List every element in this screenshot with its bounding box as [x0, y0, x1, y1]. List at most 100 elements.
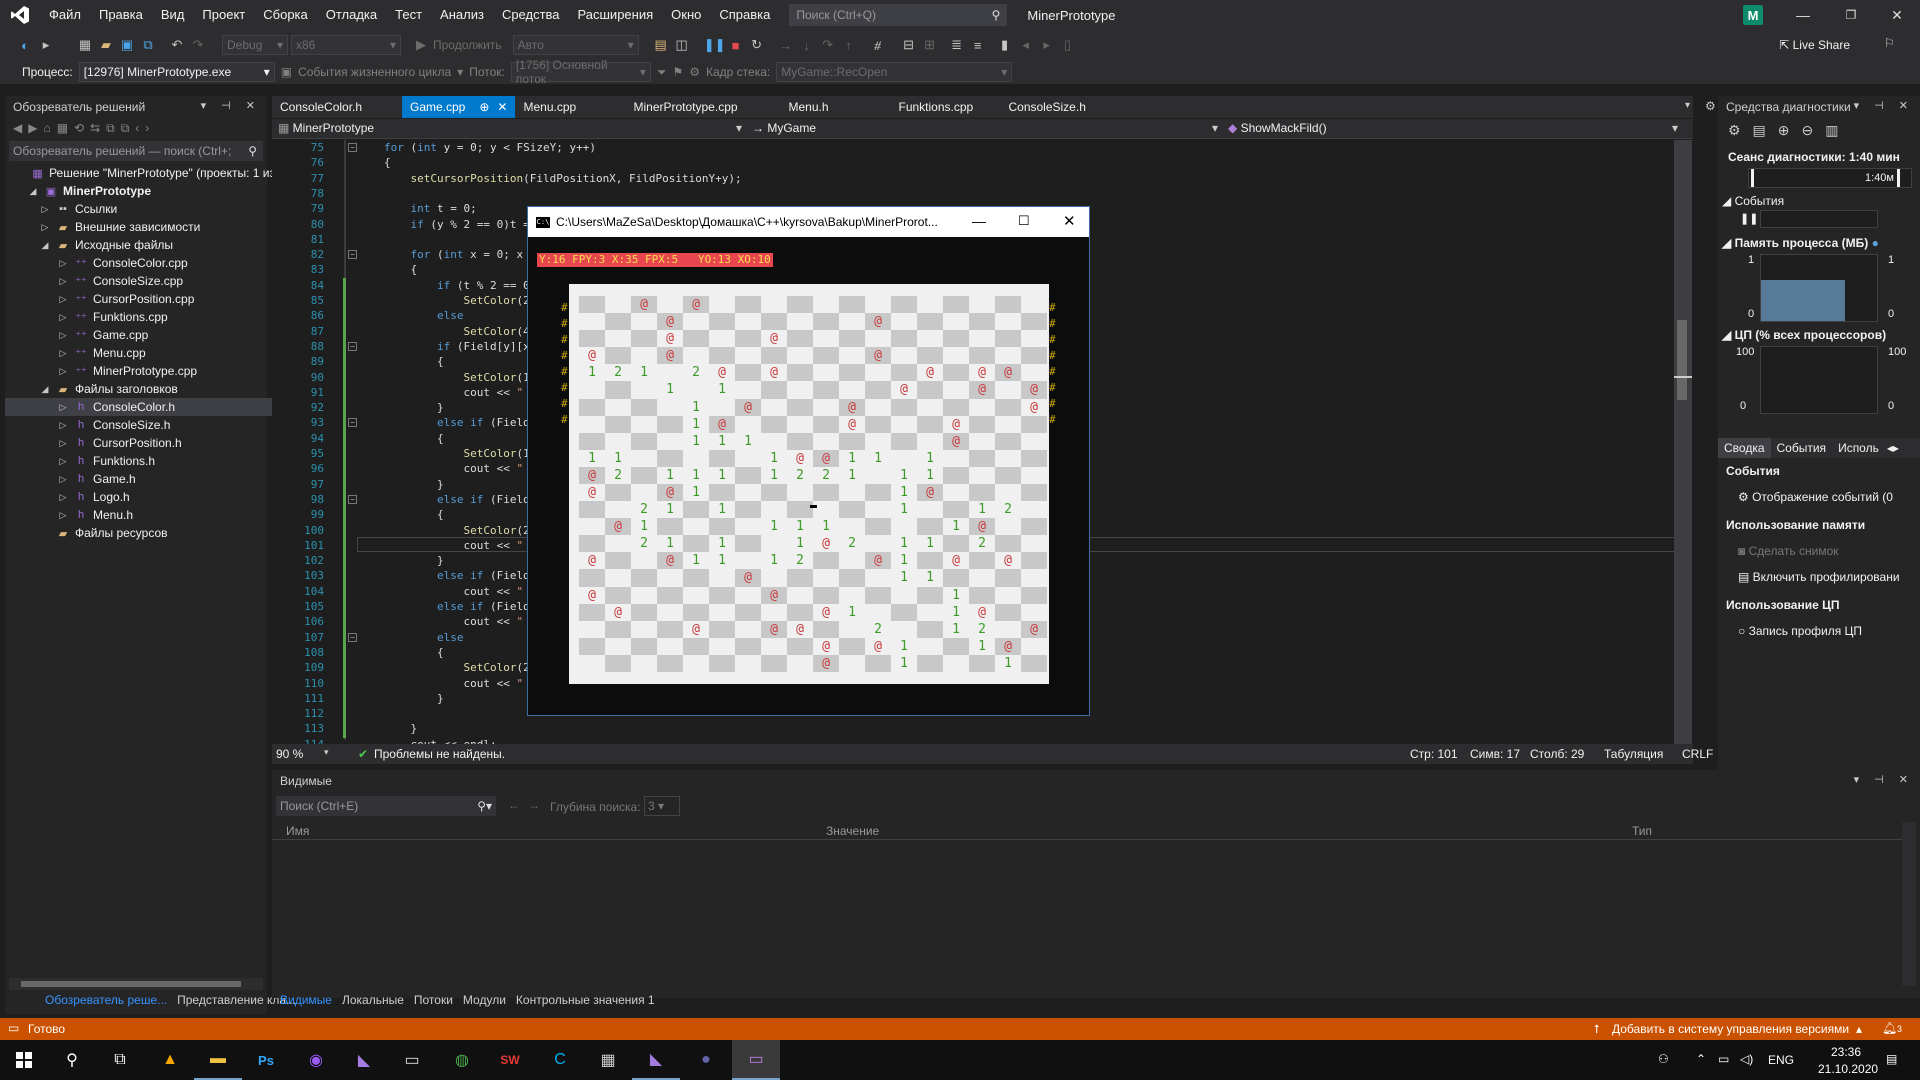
tree-references[interactable]: ▷ ▪▪ Ссылки — [5, 200, 275, 218]
redo-icon[interactable]: ↷ — [189, 36, 207, 54]
menu-item[interactable]: Сборка — [254, 0, 317, 30]
tree-source-file[interactable]: ▷ ⁺⁺ MinerPrototype.cpp — [5, 362, 275, 380]
menu-item[interactable]: Файл — [40, 0, 90, 30]
stack-frame-dropdown[interactable]: MyGame::RecOpen ▾ — [776, 62, 1013, 82]
tab-scroll-icon[interactable]: ◂▸ — [1885, 438, 1901, 458]
collapsed-icon[interactable]: ▷ — [57, 366, 69, 377]
tree-source-folder[interactable]: ◢ ▰ Исходные файлы — [5, 236, 275, 254]
add-source-control-button[interactable]: Добавить в систему управления версиями — [1612, 1022, 1849, 1036]
close-button[interactable]: ✕ — [1874, 0, 1920, 30]
collapsed-icon[interactable]: ▷ — [39, 222, 51, 233]
step-out-icon[interactable]: ↑ — [840, 36, 858, 54]
undo-icon[interactable]: ↶ — [168, 36, 186, 54]
settings-icon[interactable]: ⚙ — [1705, 99, 1716, 113]
close-icon[interactable]: ✕ — [497, 100, 507, 114]
configuration-dropdown[interactable]: Debug ▾ — [222, 35, 288, 55]
collapsed-icon[interactable]: ▷ — [57, 294, 69, 305]
bookmark-prev-icon[interactable]: ◂ — [1017, 36, 1035, 54]
chrome-icon[interactable]: ◍ — [438, 1040, 486, 1080]
continue-icon[interactable]: ▶ — [412, 36, 430, 54]
collapse-icon[interactable]: − — [348, 494, 357, 504]
collapsed-icon[interactable]: ▷ — [57, 456, 69, 467]
tab-consolecolor-h[interactable]: ConsoleColor.h — [272, 96, 402, 118]
tree-source-file[interactable]: ▷ ⁺⁺ CursorPosition.cpp — [5, 290, 275, 308]
visual-studio-icon[interactable]: ◣ — [340, 1040, 388, 1080]
explorer-tab[interactable]: Обозреватель реше... — [40, 990, 172, 1010]
line-ending[interactable]: CRLF — [1682, 747, 1713, 761]
step-over-icon[interactable]: ↷ — [819, 36, 837, 54]
continue-button[interactable]: Продолжить — [433, 38, 502, 52]
tab-overflow-icon[interactable]: ▾ — [1685, 100, 1690, 111]
collapsed-icon[interactable]: ▷ — [39, 204, 51, 215]
network-icon[interactable]: ▭ — [1718, 1052, 1729, 1066]
restore-button[interactable]: ❐ — [1828, 0, 1874, 30]
debug-tab[interactable]: Локальные — [337, 990, 409, 1010]
search-box[interactable]: Поиск (Ctrl+Q) ⚲ — [789, 4, 1008, 26]
tree-solution[interactable]: ▦ Решение "MinerPrototype" (проекты: 1 из — [5, 164, 275, 182]
collapsed-icon[interactable]: ▷ — [57, 276, 69, 287]
tree-source-file[interactable]: ▷ ⁺⁺ Funktions.cpp — [5, 308, 275, 326]
notifications-icon[interactable]: 🔔︎ — [1882, 1021, 1897, 1035]
menu-item[interactable]: Окно — [662, 0, 710, 30]
tree-project[interactable]: ◢ ▣ MinerPrototype — [5, 182, 275, 200]
collapsed-icon[interactable]: ▷ — [57, 312, 69, 323]
tree-header-file[interactable]: ▷ h Funktions.h — [5, 452, 275, 470]
photoshop-icon[interactable]: Ps — [242, 1040, 290, 1080]
volume-icon[interactable]: ◁) — [1740, 1052, 1753, 1066]
forward-icon[interactable]: ▸ — [37, 36, 55, 54]
hex-icon[interactable]: ⧣ — [869, 36, 887, 54]
collapsed-icon[interactable]: ▷ — [57, 348, 69, 359]
collapse-icon[interactable]: − — [348, 250, 357, 260]
platform-dropdown[interactable]: x86 ▾ — [291, 35, 401, 55]
debug-tab[interactable]: Модули — [458, 990, 511, 1010]
menu-item[interactable]: Расширения — [569, 0, 663, 30]
tab-menu-cpp[interactable]: Menu.cpp — [515, 96, 625, 118]
save-all-icon[interactable]: ⧉ — [139, 36, 157, 54]
menu-item[interactable]: Средства — [493, 0, 569, 30]
collapse-icon[interactable]: − — [348, 632, 357, 642]
collapsed-icon[interactable]: ▷ — [57, 474, 69, 485]
screenshot-icon[interactable]: ◫ — [673, 36, 691, 54]
collapsed-icon[interactable]: ▷ — [57, 330, 69, 341]
action-center-icon[interactable]: ▤ — [1886, 1052, 1897, 1066]
panel-controls[interactable]: ▾ ⊣ ✕ — [1854, 99, 1914, 112]
tab-game-cpp[interactable]: Game.cpp ⊕ ✕ — [402, 96, 516, 118]
diagnostics-toolbar[interactable]: ⚙▤⊕⊖▥ — [1728, 122, 1850, 139]
app-launcher-icon[interactable]: ▲ — [146, 1040, 194, 1080]
search-forward-icon[interactable]: → — [528, 798, 540, 812]
column-type[interactable]: Тип — [1632, 824, 1652, 838]
tree-source-file[interactable]: ▷ ⁺⁺ ConsoleColor.cpp — [5, 254, 275, 272]
filter-icon[interactable]: ⏷ — [657, 65, 667, 80]
menu-item[interactable]: Тест — [386, 0, 431, 30]
console-close-button[interactable]: ✕ — [1063, 212, 1076, 230]
menu-item[interactable]: Анализ — [431, 0, 493, 30]
live-share-button[interactable]: ⇱ Live Share — [1779, 38, 1850, 52]
collapsed-icon[interactable]: ▷ — [57, 510, 69, 521]
menu-item[interactable]: Правка — [90, 0, 152, 30]
tree-source-file[interactable]: ▷ ⁺⁺ ConsoleSize.cpp — [5, 272, 275, 290]
column-name[interactable]: Имя — [286, 824, 309, 838]
indent-icon[interactable]: ≣ — [948, 36, 966, 54]
clock-date[interactable]: 21.10.2020 — [1818, 1062, 1878, 1076]
people-icon[interactable]: ⚇ — [1658, 1052, 1669, 1066]
visual-studio-logo-icon[interactable] — [0, 0, 40, 30]
tree-resource-folder[interactable]: ▰ Файлы ресурсов — [5, 524, 275, 542]
tree-header-file[interactable]: ▷ h Logo.h — [5, 488, 275, 506]
tree-header-file[interactable]: ▷ h Menu.h — [5, 506, 275, 524]
horizontal-scrollbar[interactable] — [9, 978, 263, 990]
chevron-up-icon[interactable]: ⌃ — [1696, 1052, 1706, 1066]
autos-scrollbar[interactable] — [1902, 822, 1916, 986]
tree-external-deps[interactable]: ▷ ▰ Внешние зависимости — [5, 218, 275, 236]
record-cpu-profile-button[interactable]: ○ Запись профиля ЦП — [1738, 624, 1862, 638]
tor-browser-icon[interactable]: ◉ — [292, 1040, 340, 1080]
autos-search-input[interactable]: Поиск (Ctrl+E) ⚲▾ — [276, 796, 496, 816]
collapsed-icon[interactable]: ▷ — [57, 420, 69, 431]
collapse-icon[interactable]: − — [348, 418, 357, 428]
console-window[interactable]: C:\ C:\Users\MaZeSa\Desktop\Домашка\C++\… — [527, 206, 1090, 716]
collapsed-icon[interactable]: ▷ — [57, 258, 69, 269]
input-language[interactable]: ENG — [1768, 1053, 1794, 1067]
search-depth-dropdown[interactable]: 3 ▾ — [644, 796, 680, 816]
auto-dropdown[interactable]: Авто ▾ — [512, 35, 639, 55]
show-next-statement-icon[interactable]: → — [777, 36, 795, 54]
console-title-bar[interactable]: C:\ C:\Users\MaZeSa\Desktop\Домашка\C++\… — [528, 207, 1089, 237]
